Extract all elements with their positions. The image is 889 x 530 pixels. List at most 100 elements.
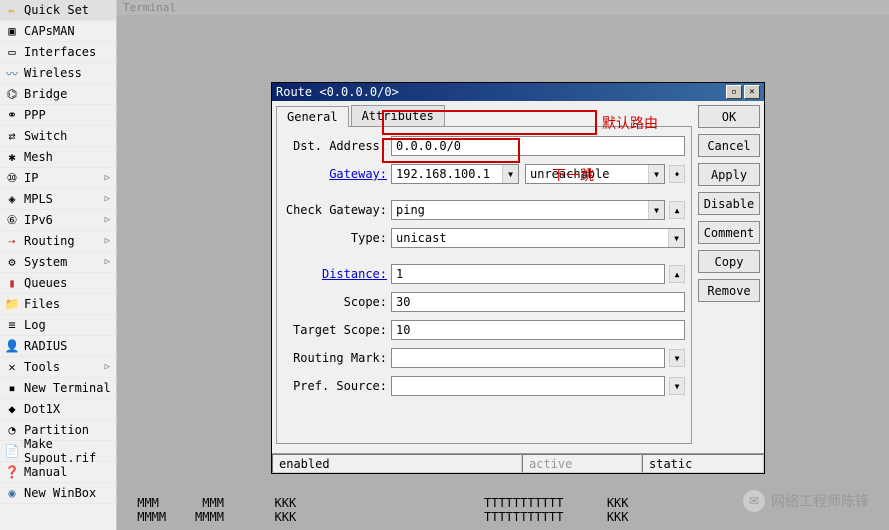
ok-button[interactable]: OK bbox=[698, 105, 760, 128]
sidebar-label: Routing bbox=[24, 234, 105, 248]
gateway-input[interactable]: 192.168.100.1 ▼ bbox=[391, 164, 519, 184]
watermark: ✉ 网络工程师陈锋 bbox=[743, 490, 869, 512]
apply-button[interactable]: Apply bbox=[698, 163, 760, 186]
dropdown-icon[interactable]: ▼ bbox=[648, 201, 664, 219]
expand-icon: ▷ bbox=[105, 194, 112, 204]
expand-icon: ▷ bbox=[105, 215, 112, 225]
distance-input[interactable] bbox=[391, 264, 665, 284]
sidebar-item-new-terminal[interactable]: ▪New Terminal bbox=[0, 378, 116, 399]
sidebar-label: System bbox=[24, 255, 105, 269]
type-select[interactable]: unicast ▼ bbox=[391, 228, 685, 248]
sidebar-label: Mesh bbox=[24, 150, 112, 164]
target-scope-label: Target Scope: bbox=[283, 323, 391, 337]
tab-general[interactable]: General bbox=[276, 106, 349, 127]
sidebar-label: RADIUS bbox=[24, 339, 112, 353]
distance-label[interactable]: Distance: bbox=[283, 267, 391, 281]
sidebar-item-files[interactable]: 📁Files bbox=[0, 294, 116, 315]
sidebar-label: Quick Set bbox=[24, 3, 112, 17]
disable-button[interactable]: Disable bbox=[698, 192, 760, 215]
sidebar-label: Switch bbox=[24, 129, 112, 143]
add-button[interactable]: ♦ bbox=[669, 165, 685, 183]
dialog-titlebar[interactable]: Route <0.0.0.0/0> ▫ ✕ bbox=[272, 83, 764, 101]
sidebar-item-switch[interactable]: ⇄ Switch bbox=[0, 126, 116, 147]
sidebar-item-mesh[interactable]: ✱Mesh bbox=[0, 147, 116, 168]
content-area: Terminal Route <0.0.0.0/0> ▫ ✕ General A… bbox=[117, 0, 889, 530]
sidebar-item-wireless[interactable]: 〰Wireless bbox=[0, 63, 116, 84]
sidebar-icon: ◆ bbox=[4, 401, 20, 417]
minimize-button[interactable]: ▫ bbox=[726, 85, 742, 99]
sidebar-label: Bridge bbox=[24, 87, 112, 101]
sidebar-item-ip[interactable]: ⑩ IP▷ bbox=[0, 168, 116, 189]
dropdown-icon[interactable]: ▼ bbox=[668, 229, 684, 247]
sidebar-item-make-supout.rif[interactable]: 📄Make Supout.rif bbox=[0, 441, 116, 462]
up-button[interactable]: ▲ bbox=[669, 265, 685, 283]
gateway-status[interactable]: unreachable ▼ bbox=[525, 164, 665, 184]
sidebar-icon: ✕ bbox=[4, 359, 20, 375]
sidebar-item-ppp[interactable]: ⚭PPP bbox=[0, 105, 116, 126]
sidebar-label: MPLS bbox=[24, 192, 105, 206]
cancel-button[interactable]: Cancel bbox=[698, 134, 760, 157]
dropdown-icon[interactable]: ▼ bbox=[502, 165, 518, 183]
sidebar-label: IP bbox=[24, 171, 105, 185]
dropdown-icon[interactable]: ▼ bbox=[648, 165, 664, 183]
sidebar-item-mpls[interactable]: ◈ MPLS▷ bbox=[0, 189, 116, 210]
copy-button[interactable]: Copy bbox=[698, 250, 760, 273]
sidebar-item-bridge[interactable]: ⌬ Bridge bbox=[0, 84, 116, 105]
sidebar-icon: ⚭ bbox=[4, 107, 20, 123]
sidebar-item-radius[interactable]: 👤RADIUS bbox=[0, 336, 116, 357]
sidebar-icon: ⇄ bbox=[4, 128, 20, 144]
scope-input[interactable] bbox=[391, 292, 685, 312]
sidebar-label: New WinBox bbox=[24, 486, 112, 500]
sidebar-item-dot1x[interactable]: ◆ Dot1X bbox=[0, 399, 116, 420]
sidebar-item-interfaces[interactable]: ▭Interfaces bbox=[0, 42, 116, 63]
sidebar-icon: ▪ bbox=[4, 380, 20, 396]
sidebar-icon: ⑩ bbox=[4, 170, 20, 186]
sidebar-icon: 📁 bbox=[4, 296, 20, 312]
sidebar-icon: ❓ bbox=[4, 464, 20, 480]
sidebar-icon: ◔ bbox=[4, 422, 20, 438]
sidebar-item-system[interactable]: ⚙System▷ bbox=[0, 252, 116, 273]
sidebar-icon: ⚙ bbox=[4, 254, 20, 270]
sidebar-label: Make Supout.rif bbox=[24, 437, 112, 465]
sidebar-label: Log bbox=[24, 318, 112, 332]
terminal-header: Terminal bbox=[117, 0, 889, 15]
sidebar-item-quick-set[interactable]: ✏Quick Set bbox=[0, 0, 116, 21]
sidebar-icon: ⌬ bbox=[4, 86, 20, 102]
routing-mark-select[interactable] bbox=[391, 348, 665, 368]
sidebar-icon: ⑥ bbox=[4, 212, 20, 228]
annotation-next-hop: 下一跳 bbox=[552, 165, 594, 185]
gateway-value: 192.168.100.1 bbox=[396, 167, 490, 181]
expand-icon: ▷ bbox=[105, 173, 112, 183]
dst-address-label: Dst. Address: bbox=[283, 139, 391, 153]
check-gateway-select[interactable]: ping ▼ bbox=[391, 200, 665, 220]
sidebar-item-queues[interactable]: ▮Queues bbox=[0, 273, 116, 294]
remove-button[interactable]: Remove bbox=[698, 279, 760, 302]
sidebar-item-capsman[interactable]: ▣CAPsMAN bbox=[0, 21, 116, 42]
sidebar-item-log[interactable]: ≡Log bbox=[0, 315, 116, 336]
target-scope-input[interactable] bbox=[391, 320, 685, 340]
sidebar-label: Wireless bbox=[24, 66, 112, 80]
sidebar-icon: ▭ bbox=[4, 44, 20, 60]
status-static: static bbox=[642, 454, 764, 473]
sidebar-item-new-winbox[interactable]: ◉ New WinBox bbox=[0, 483, 116, 504]
sidebar-icon: ⇢ bbox=[4, 233, 20, 249]
sidebar-item-tools[interactable]: ✕Tools▷ bbox=[0, 357, 116, 378]
sidebar-item-routing[interactable]: ⇢Routing▷ bbox=[0, 231, 116, 252]
sidebar-icon: ◈ bbox=[4, 191, 20, 207]
wechat-icon: ✉ bbox=[743, 490, 765, 512]
down-button[interactable]: ▼ bbox=[669, 349, 685, 367]
check-gateway-label: Check Gateway: bbox=[283, 203, 391, 217]
watermark-text: 网络工程师陈锋 bbox=[771, 491, 869, 511]
sidebar-item-ipv6[interactable]: ⑥IPv6▷ bbox=[0, 210, 116, 231]
up-button[interactable]: ▲ bbox=[669, 201, 685, 219]
sidebar-item-manual[interactable]: ❓Manual bbox=[0, 462, 116, 483]
gateway-label[interactable]: Gateway: bbox=[283, 167, 391, 181]
terminal-output: MMM MMM KKK TTTTTTTTTTT KKK MMMM MMMM KK… bbox=[130, 496, 629, 524]
sidebar-icon: ◉ bbox=[4, 485, 20, 501]
comment-button[interactable]: Comment bbox=[698, 221, 760, 244]
close-button[interactable]: ✕ bbox=[744, 85, 760, 99]
pref-source-select[interactable] bbox=[391, 376, 665, 396]
sidebar-label: Dot1X bbox=[24, 402, 112, 416]
down-button[interactable]: ▼ bbox=[669, 377, 685, 395]
dialog-title: Route <0.0.0.0/0> bbox=[276, 85, 724, 99]
